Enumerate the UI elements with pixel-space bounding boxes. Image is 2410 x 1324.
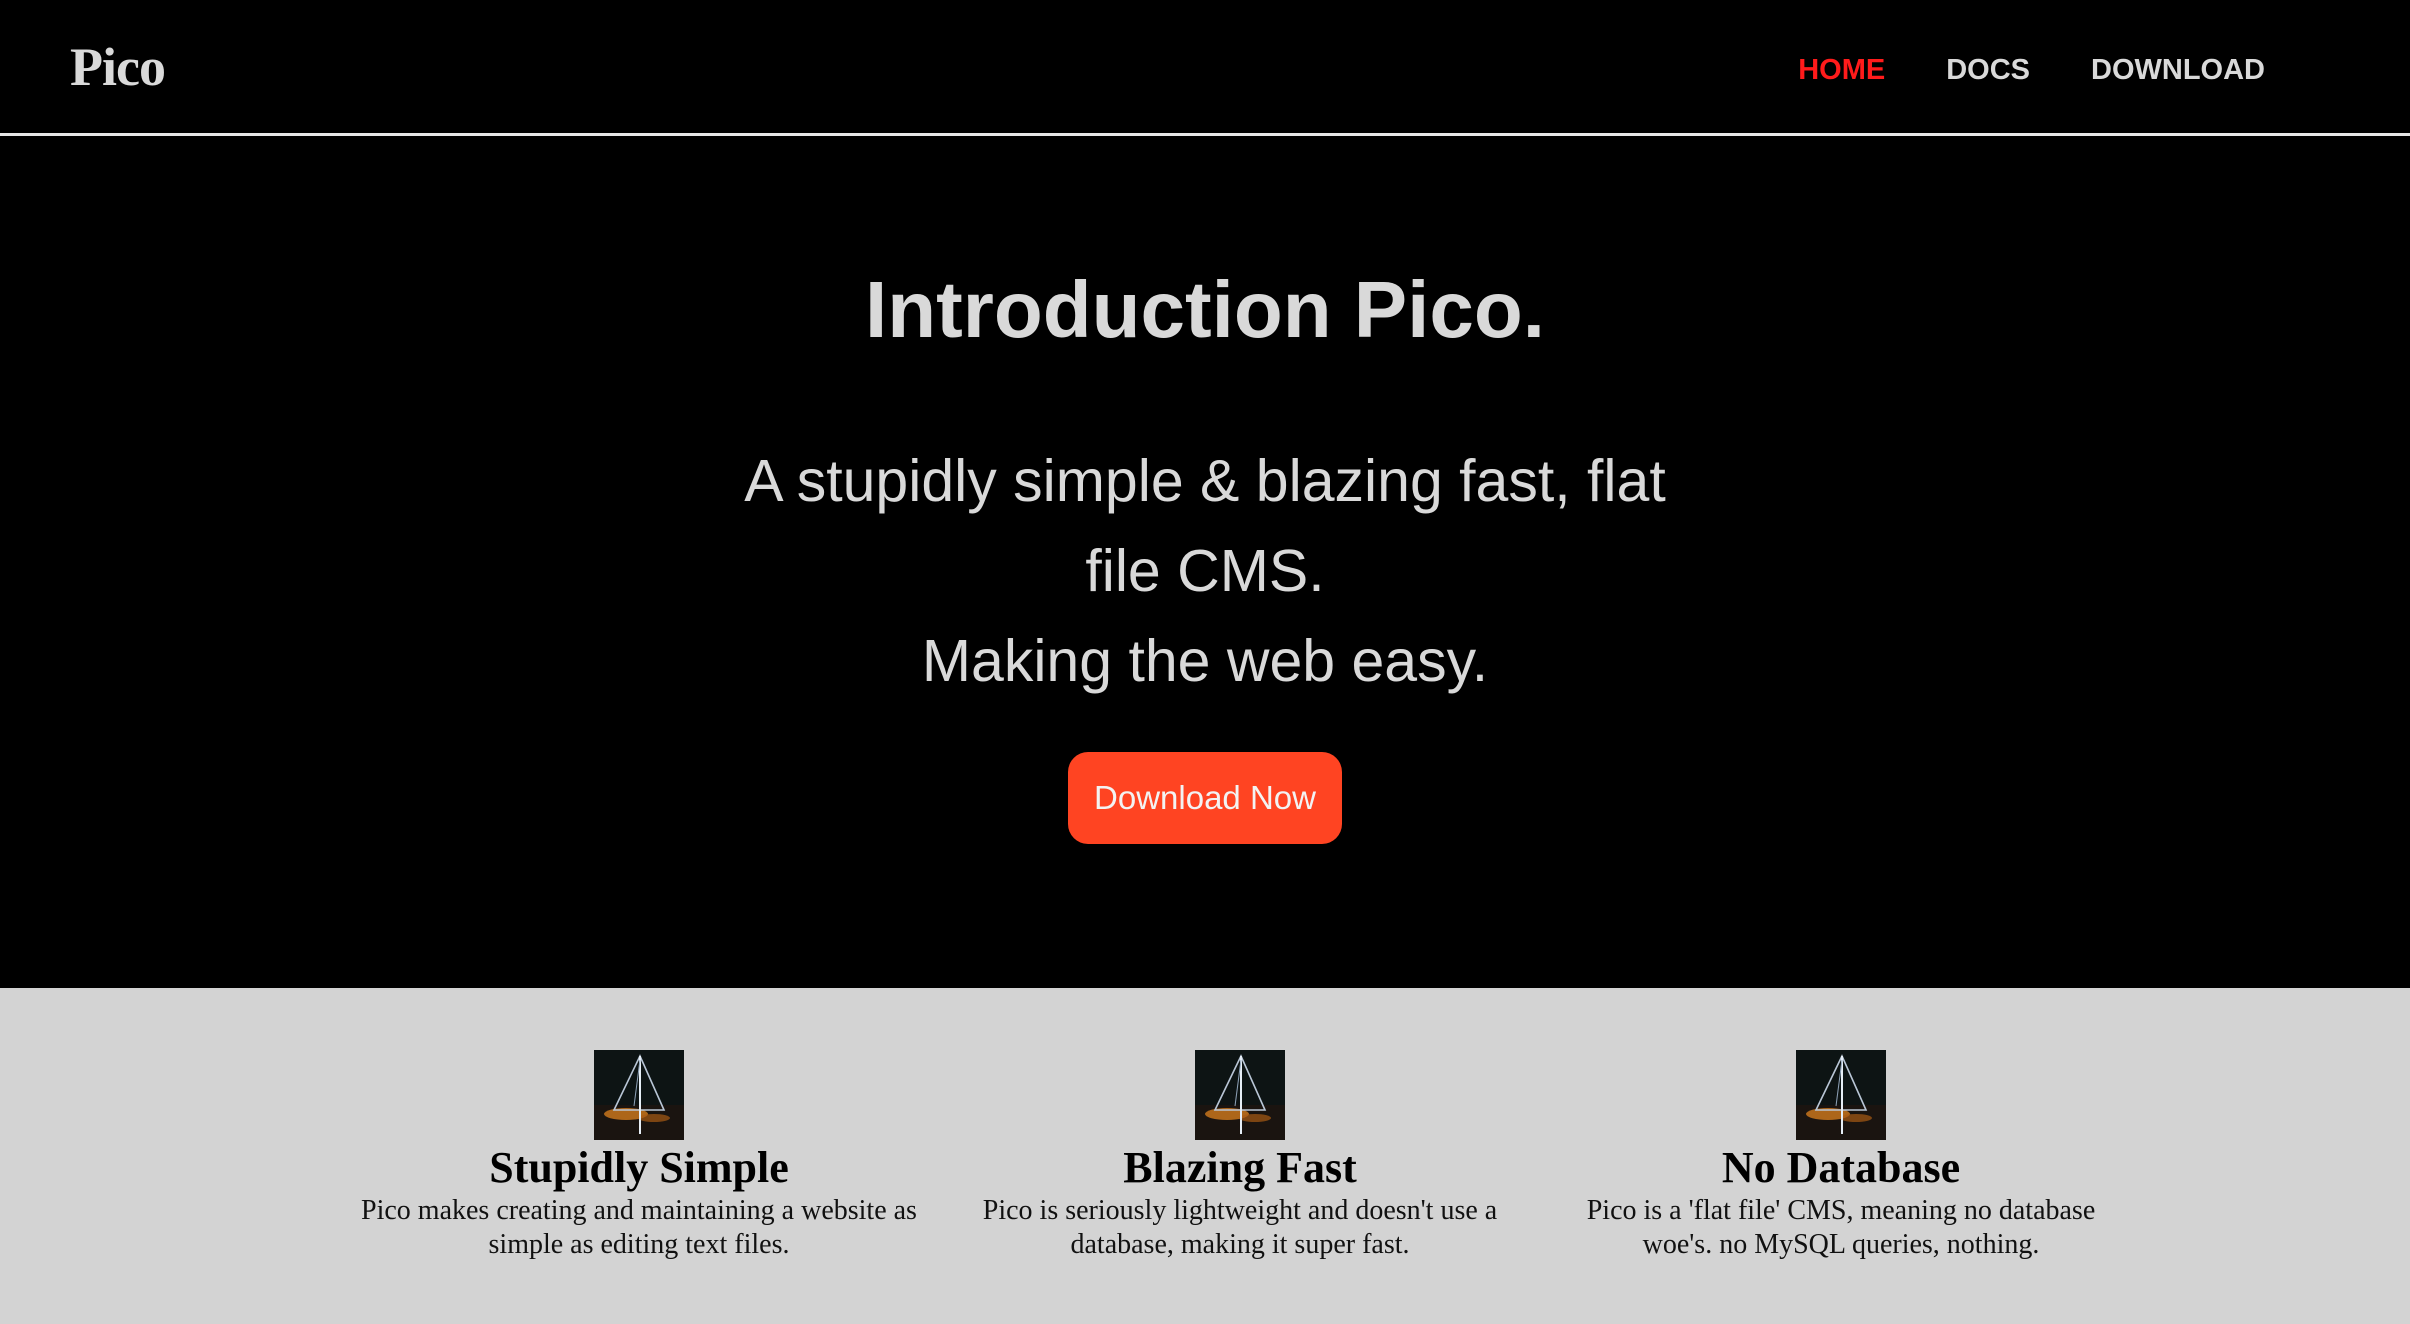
feature-card: Blazing Fast Pico is seriously lightweig… <box>950 1050 1530 1262</box>
thumbnail-image-icon <box>594 1050 684 1140</box>
features-section: Stupidly Simple Pico makes creating and … <box>0 988 2410 1324</box>
thumbnail-image-icon <box>1796 1050 1886 1140</box>
nav-home-link[interactable]: HOME <box>1798 50 1885 90</box>
site-logo[interactable]: Pico <box>70 32 166 102</box>
download-now-button[interactable]: Download Now <box>1068 752 1342 844</box>
hero-subtitle: A stupidly simple & blazing fast, flat f… <box>705 436 1705 706</box>
nav-download-link[interactable]: DOWNLOAD <box>2091 50 2265 90</box>
hero-subtitle-line: Making the web easy. <box>921 628 1489 694</box>
hero-section: Introduction Pico. A stupidly simple & b… <box>0 136 2410 988</box>
navbar: Pico HOME DOCS DOWNLOAD <box>0 0 2410 136</box>
feature-title: Blazing Fast <box>1123 1143 1357 1192</box>
hero-subtitle-line: file CMS. <box>1085 538 1325 604</box>
thumbnail-image-icon <box>1195 1050 1285 1140</box>
feature-text: Pico is seriously lightweight and doesn'… <box>982 1195 1498 1260</box>
feature-text: Pico is a 'flat file' CMS, meaning no da… <box>1586 1195 2096 1260</box>
main-nav: HOME DOCS DOWNLOAD <box>1798 50 2265 90</box>
feature-title: No Database <box>1721 1143 1961 1192</box>
feature-title: Stupidly Simple <box>489 1143 789 1192</box>
feature-card: Stupidly Simple Pico makes creating and … <box>349 1050 929 1262</box>
feature-card: No Database Pico is a 'flat file' CMS, m… <box>1551 1050 2131 1262</box>
hero-title: Introduction Pico. <box>865 265 1545 354</box>
nav-docs-link[interactable]: DOCS <box>1946 50 2030 90</box>
hero-subtitle-line: A stupidly simple & blazing fast, flat <box>744 448 1666 514</box>
feature-text: Pico makes creating and maintaining a we… <box>361 1195 917 1260</box>
